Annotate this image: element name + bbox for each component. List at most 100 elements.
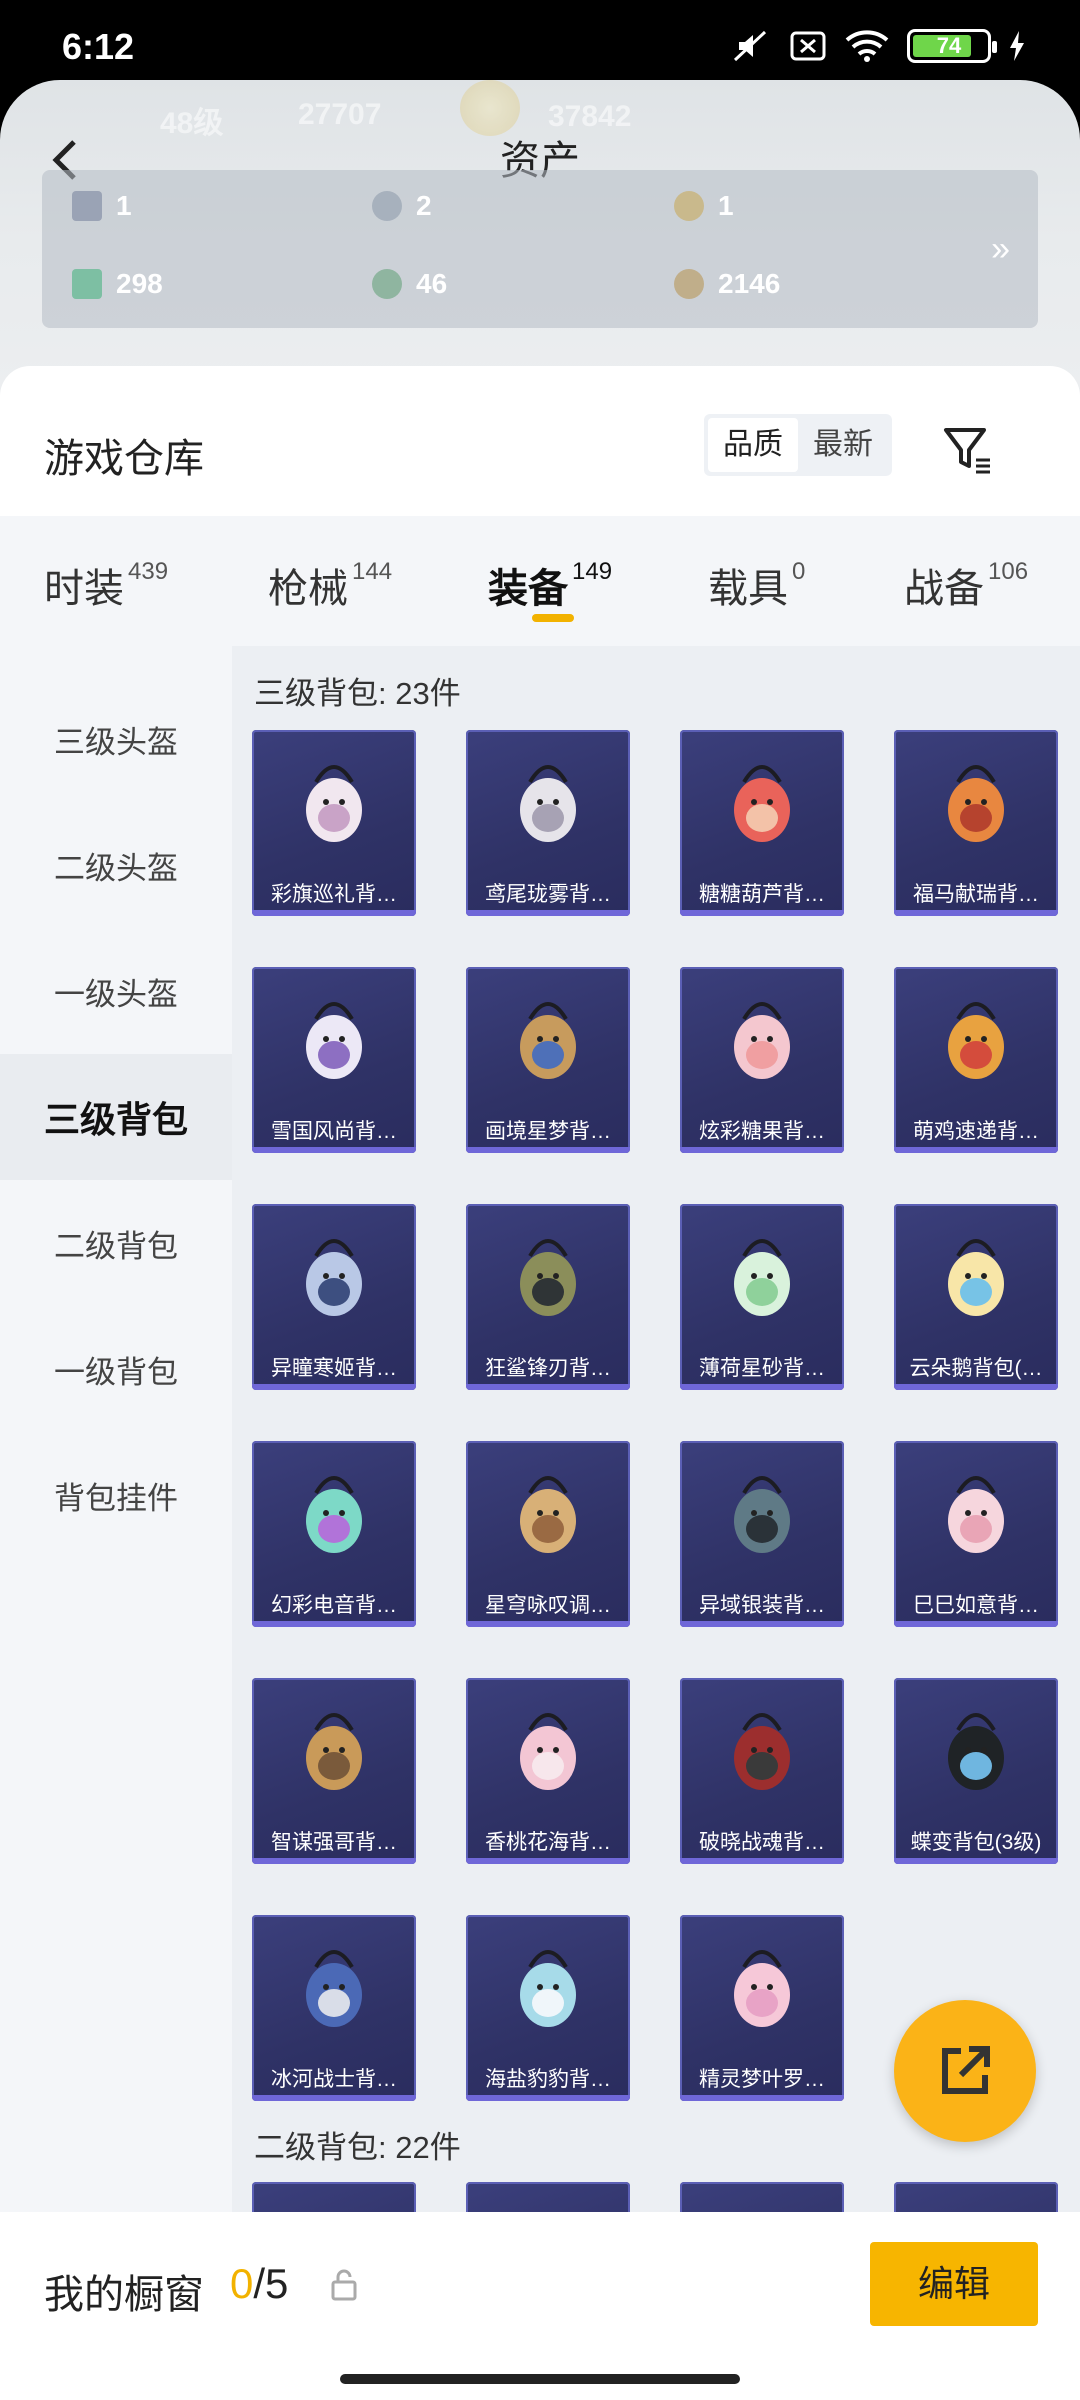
item-card[interactable]: 薄荷星砂背… <box>680 1204 844 1390</box>
item-name: 狂鲨锋刃背… <box>485 1357 611 1380</box>
asset-item: 1 <box>72 190 132 222</box>
item-card[interactable]: 云朵鹅背包(… <box>894 1204 1058 1390</box>
showcase-used: 0 <box>230 2260 254 2307</box>
item-name: 蝶变背包(3级) <box>910 1831 1042 1854</box>
tab-supplies[interactable]: 战备 106 <box>904 556 1028 614</box>
item-name: 星穹咏叹调… <box>485 1594 611 1617</box>
sidebar-item-backpack-3[interactable]: 三级背包 <box>0 1054 232 1180</box>
item-card[interactable]: 萌鸡速递背… <box>894 967 1058 1153</box>
sidebar-item-pendant[interactable]: 背包挂件 <box>0 1432 232 1558</box>
item-card[interactable]: 蝶变背包(3级) <box>894 1678 1058 1864</box>
backpack-icon <box>948 1002 1004 1079</box>
asset-item: 2 <box>372 190 432 222</box>
tab-count: 106 <box>988 558 1029 585</box>
rarity-bar <box>680 2095 844 2101</box>
item-card[interactable]: 雪国风尚背… <box>252 967 416 1153</box>
rarity-bar <box>466 1147 630 1153</box>
item-name: 破晓战魂背… <box>699 1831 825 1854</box>
category-tabs: 时装 439 枪械 144 装备 149 载具 0 战备 106 <box>0 516 1080 646</box>
tab-vehicles[interactable]: 载具 0 <box>708 556 805 614</box>
item-grid: 三级背包: 23件 彩旗巡礼背… 鸢尾珑雾背… 糖糖葫芦背… 福马献瑞背… 雪国风尚背…… <box>232 646 1080 2212</box>
item-name: 鸢尾珑雾背… <box>485 883 611 906</box>
wifi-icon <box>845 30 889 62</box>
item-card[interactable] <box>894 2182 1058 2212</box>
item-card[interactable]: 精灵梦叶罗… <box>680 1915 844 2101</box>
sidebar: 三级头盔 二级头盔 一级头盔 三级背包 二级背包 一级背包 背包挂件 <box>0 646 232 2212</box>
item-card[interactable]: 狂鲨锋刃背… <box>466 1204 630 1390</box>
item-name: 香桃花海背… <box>485 1831 611 1854</box>
item-card[interactable]: 鸢尾珑雾背… <box>466 730 630 916</box>
backpack-icon <box>306 1950 362 2027</box>
rarity-bar <box>252 1621 416 1627</box>
item-card[interactable]: 异瞳寒姬背… <box>252 1204 416 1390</box>
item-card[interactable]: 巳巳如意背… <box>894 1441 1058 1627</box>
showcase-count: 0/5 <box>230 2260 288 2308</box>
item-card[interactable]: 冰河战士背… <box>252 1915 416 2101</box>
more-arrow-icon[interactable]: » <box>991 230 1010 269</box>
item-card[interactable]: 炫彩糖果背… <box>680 967 844 1153</box>
backpack-icon <box>948 765 1004 842</box>
item-card[interactable]: 香桃花海背… <box>466 1678 630 1864</box>
badge-icon <box>674 191 704 221</box>
tab-equipment[interactable]: 装备 149 <box>488 556 612 614</box>
item-name: 幻彩电音背… <box>271 1594 397 1617</box>
item-card[interactable]: 智谋强哥背… <box>252 1678 416 1864</box>
home-indicator[interactable] <box>340 2374 740 2384</box>
item-card[interactable] <box>680 2182 844 2212</box>
rarity-bar <box>680 1858 844 1864</box>
item-card[interactable] <box>252 2182 416 2212</box>
sidebar-item-backpack-1[interactable]: 一级背包 <box>0 1306 232 1432</box>
item-card[interactable]: 海盐豹豹背… <box>466 1915 630 2101</box>
mute-icon <box>733 30 767 62</box>
tab-label: 时装 <box>44 567 124 611</box>
item-name: 异域银装背… <box>699 1594 825 1617</box>
sidebar-item-helmet-2[interactable]: 二级头盔 <box>0 802 232 928</box>
tab-count: 144 <box>352 558 393 585</box>
item-card[interactable]: 画境星梦背… <box>466 967 630 1153</box>
asset-panel[interactable]: 1 2 1 298 46 2146 » <box>42 170 1038 328</box>
item-card[interactable]: 破晓战魂背… <box>680 1678 844 1864</box>
warehouse-title: 游戏仓库 <box>44 437 204 481</box>
edit-button[interactable]: 编辑 <box>870 2242 1038 2326</box>
item-name: 糖糖葫芦背… <box>699 883 825 906</box>
tab-count: 149 <box>572 558 613 585</box>
backpack-icon <box>734 1002 790 1079</box>
sidebar-item-backpack-2[interactable]: 二级背包 <box>0 1180 232 1306</box>
backpack-icon <box>520 1713 576 1790</box>
backpack-icon <box>306 1002 362 1079</box>
item-card[interactable]: 彩旗巡礼背… <box>252 730 416 916</box>
rarity-bar <box>466 1858 630 1864</box>
item-card[interactable] <box>466 2182 630 2212</box>
share-button[interactable] <box>894 2000 1036 2142</box>
tab-label: 载具 <box>708 567 788 611</box>
rarity-bar <box>680 1621 844 1627</box>
item-card[interactable]: 糖糖葫芦背… <box>680 730 844 916</box>
sort-newest[interactable]: 最新 <box>798 418 888 472</box>
orb-icon <box>372 269 402 299</box>
backpack-icon <box>306 1476 362 1553</box>
battery-icon: 74 <box>907 29 997 63</box>
filter-button[interactable] <box>940 422 996 478</box>
backpack-icon <box>734 1476 790 1553</box>
coin-icon <box>372 191 402 221</box>
item-card[interactable]: 异域银装背… <box>680 1441 844 1627</box>
item-card[interactable]: 幻彩电音背… <box>252 1441 416 1627</box>
battery-level: 74 <box>936 33 962 58</box>
charging-icon <box>1010 31 1024 61</box>
item-card[interactable]: 星穹咏叹调… <box>466 1441 630 1627</box>
tab-weapons[interactable]: 枪械 144 <box>268 556 392 614</box>
share-icon <box>942 2046 990 2094</box>
sort-quality[interactable]: 品质 <box>708 418 798 472</box>
item-card[interactable]: 福马献瑞背… <box>894 730 1058 916</box>
item-name: 异瞳寒姬背… <box>271 1357 397 1380</box>
sidebar-item-helmet-3[interactable]: 三级头盔 <box>0 676 232 802</box>
item-name: 智谋强哥背… <box>271 1831 397 1854</box>
filter-icon <box>944 428 990 474</box>
sidebar-item-helmet-1[interactable]: 一级头盔 <box>0 928 232 1054</box>
tab-count: 0 <box>792 558 806 585</box>
backpack-icon <box>734 1713 790 1790</box>
tab-fashion[interactable]: 时装 439 <box>44 556 168 614</box>
item-name: 画境星梦背… <box>485 1120 611 1143</box>
backpack-icon <box>948 1239 1004 1316</box>
showcase-label: 我的橱窗 <box>44 2273 204 2317</box>
